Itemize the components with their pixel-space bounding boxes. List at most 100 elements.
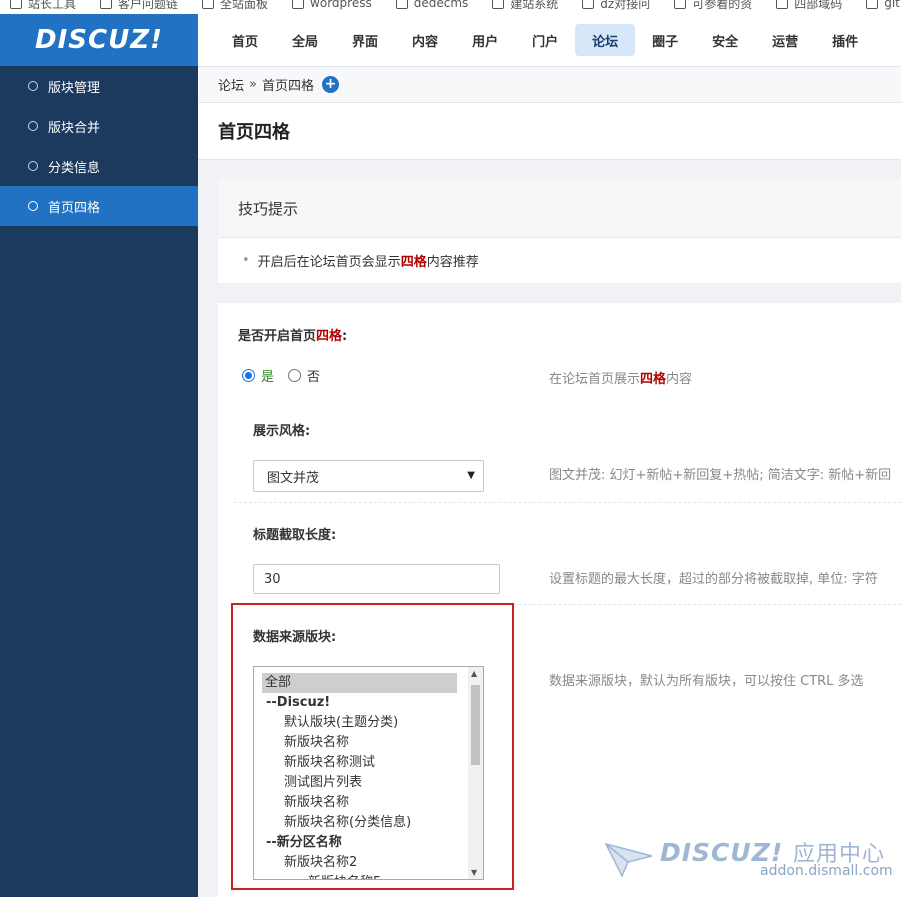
nav-item[interactable]: 界面: [335, 24, 395, 56]
bookmark-label: 可参看的资: [692, 0, 753, 11]
enable-desc-after: 内容: [666, 372, 693, 387]
sidebar-item[interactable]: 分类信息: [0, 146, 198, 186]
enable-desc-highlight: 四格: [640, 372, 667, 387]
bookmark-label: dedecms: [413, 0, 469, 10]
page-header: 首页四格: [198, 103, 901, 160]
enable-desc-before: 在论坛首页展示: [549, 372, 641, 387]
breadcrumb: 论坛 » 首页四格 +: [198, 67, 901, 103]
enable-label: 是否开启首页四格:: [238, 325, 347, 344]
nav-item[interactable]: 论坛: [575, 24, 636, 56]
bookmark-favicon-icon: [582, 0, 595, 9]
sidebar-item[interactable]: 版块合并: [0, 106, 198, 146]
bookmark-favicon-icon: [292, 0, 305, 9]
watermark: DISCUZ! 应用中心 addon.dismall.com: [600, 836, 893, 886]
bookmark-label: 四部域码: [794, 0, 843, 11]
title-length-label: 标题截取长度:: [253, 528, 337, 543]
bookmarks-bar: 站长工具 客户问题链 全站面板 wordpress dedecms 建站系统 dz对接问 可参…: [0, 0, 901, 14]
bookmark-favicon-icon: [100, 0, 113, 9]
style-label: 展示风格:: [253, 424, 311, 439]
bookmark-item[interactable]: dz对接问: [582, 0, 651, 11]
watermark-url: addon.dismall.com: [760, 863, 893, 879]
circle-icon: [28, 121, 38, 131]
nav-item[interactable]: 全局: [275, 24, 335, 56]
bookmark-item[interactable]: 四部域码: [776, 0, 843, 11]
nav-item[interactable]: 运营: [755, 24, 815, 56]
bookmark-item[interactable]: 全站面板: [202, 0, 269, 11]
enable-radio-group: 是 否: [242, 366, 320, 385]
discuz-logo[interactable]: DISCUZ!: [0, 14, 198, 66]
bookmark-item[interactable]: 可参看的资: [674, 0, 753, 11]
bookmark-item[interactable]: wordpress: [292, 0, 372, 10]
nav-item[interactable]: 内容: [395, 24, 455, 56]
sidebar-item-label: 版块合并: [48, 120, 101, 136]
tips-text-after: 内容推荐: [426, 255, 479, 270]
breadcrumb-parent[interactable]: 论坛: [218, 75, 244, 94]
enable-label-after: :: [342, 329, 348, 344]
bookmark-favicon-icon: [492, 0, 505, 9]
bookmark-label: 全站面板: [220, 0, 269, 11]
title-length-desc: 设置标题的最大长度，超过的部分将被截取掉, 单位: 字符: [549, 572, 878, 587]
bookmark-favicon-icon: [202, 0, 215, 9]
bookmark-label: 站长工具: [28, 0, 77, 11]
bookmark-label: wordpress: [310, 0, 372, 10]
top-nav: 首页 全局 界面 内容 用户 门户 论坛 圈子 安全 运营 插件: [198, 14, 901, 67]
bookmark-favicon-icon: [10, 0, 22, 9]
add-shortcut-icon[interactable]: +: [322, 76, 339, 93]
radio-yes[interactable]: [242, 369, 255, 382]
radio-no[interactable]: [288, 369, 302, 382]
sidebar-item-label: 首页四格: [48, 200, 101, 216]
radio-yes-label[interactable]: 是: [261, 366, 274, 385]
bookmark-item[interactable]: dedecms: [395, 0, 469, 10]
enable-label-highlight: 四格: [316, 329, 343, 344]
tips-text: • 开启后在论坛首页会显示 四格 内容推荐: [218, 238, 901, 283]
breadcrumb-separator: »: [249, 77, 257, 92]
sidebar-item[interactable]: 版块管理: [0, 66, 198, 106]
bookmark-favicon-icon: [395, 0, 408, 9]
bookmark-favicon-icon: [866, 0, 879, 9]
style-select-value: 图文并茂: [267, 470, 320, 486]
enable-label-before: 是否开启首页: [238, 329, 317, 344]
nav-item[interactable]: 圈子: [635, 24, 695, 56]
title-length-input[interactable]: 30: [253, 564, 500, 594]
circle-icon: [28, 161, 38, 171]
bookmark-label: git: [884, 0, 900, 10]
bookmark-favicon-icon: [674, 0, 687, 9]
bookmark-favicon-icon: [776, 0, 789, 9]
breadcrumb-current: 首页四格: [261, 79, 314, 94]
bullet-icon: •: [242, 253, 250, 268]
nav-item[interactable]: 首页: [215, 24, 275, 56]
highlight-box: [231, 603, 514, 890]
sidebar-item[interactable]: 首页四格: [0, 186, 198, 226]
nav-item[interactable]: 门户: [515, 24, 575, 56]
circle-icon: [28, 201, 38, 211]
tips-text-highlight: 四格: [400, 255, 427, 270]
logo-text: DISCUZ!: [35, 25, 163, 55]
nav-item[interactable]: 用户: [455, 24, 515, 56]
tips-panel: 技巧提示 • 开启后在论坛首页会显示 四格 内容推荐: [218, 180, 901, 283]
bookmark-item[interactable]: 建站系统: [492, 0, 559, 11]
tips-heading: 技巧提示: [218, 180, 901, 238]
bookmark-item[interactable]: git: [866, 0, 900, 10]
bookmark-label: 客户问题链: [118, 0, 179, 11]
paper-plane-icon: [604, 842, 653, 878]
bookmark-label: 建站系统: [510, 0, 559, 11]
bookmark-label: dz对接问: [600, 0, 651, 11]
source-desc: 数据来源版块，默认为所有版块，可以按住 CTRL 多选: [549, 674, 864, 689]
bookmark-item[interactable]: 站长工具: [10, 0, 77, 11]
page-title: 首页四格: [218, 122, 290, 143]
nav-item[interactable]: 安全: [695, 24, 755, 56]
sidebar-item-label: 版块管理: [48, 80, 101, 96]
nav-item[interactable]: 插件: [815, 24, 875, 56]
tips-text-before: 开启后在论坛首页会显示: [257, 255, 401, 270]
radio-no-label[interactable]: 否: [307, 366, 320, 385]
style-select[interactable]: 图文并茂 ▼: [253, 460, 484, 492]
title-length-value: 30: [264, 571, 281, 587]
sidebar: DISCUZ! 版块管理版块合并分类信息首页四格: [0, 14, 198, 897]
bookmark-item[interactable]: 客户问题链: [100, 0, 179, 11]
enable-desc: 在论坛首页展示四格内容: [549, 368, 692, 387]
settings-form: 是否开启首页四格: 是 否 在论坛首页展示四格内容 展示风格: 图文并茂 ▼ 图…: [218, 303, 901, 897]
divider: [234, 502, 901, 503]
chevron-down-icon: ▼: [467, 470, 475, 481]
sidebar-item-label: 分类信息: [48, 160, 101, 176]
circle-icon: [28, 81, 38, 91]
